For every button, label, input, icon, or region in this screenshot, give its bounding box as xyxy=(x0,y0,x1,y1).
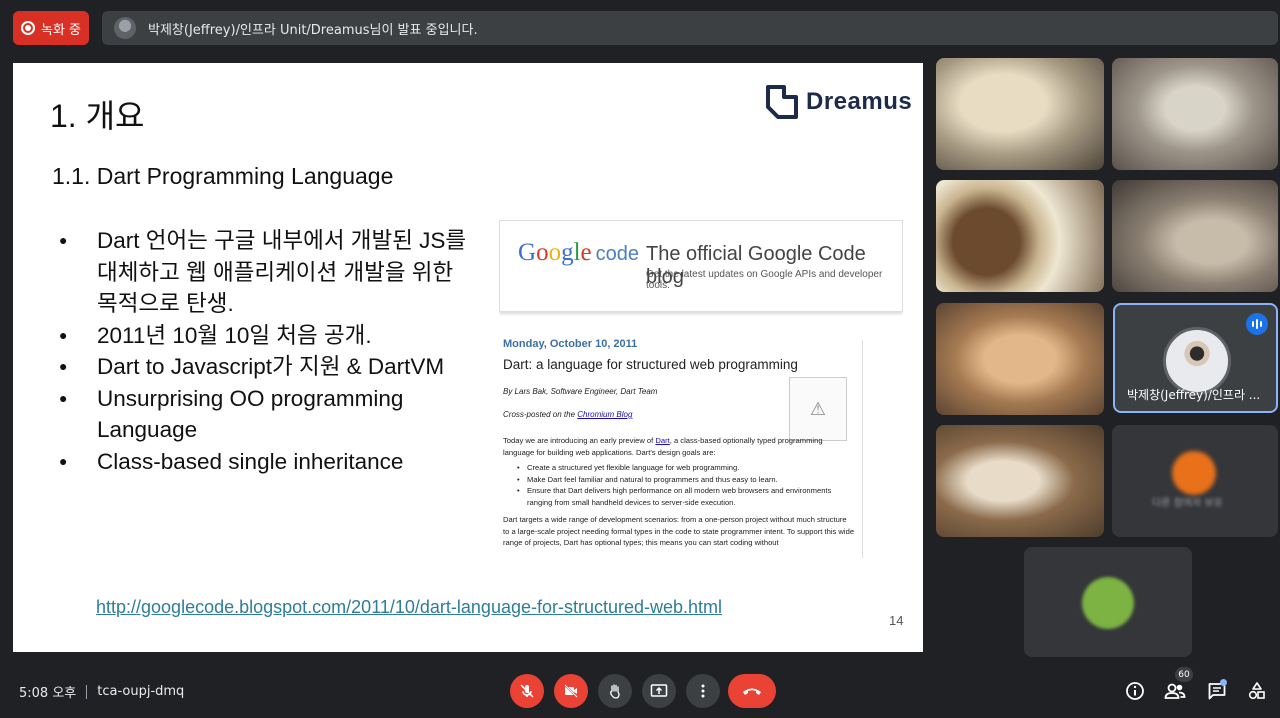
post-body: Today we are introducing an early previe… xyxy=(503,435,855,553)
shapes-icon xyxy=(1248,682,1265,700)
record-icon xyxy=(21,21,35,35)
chromium-blog-link: Chromium Blog xyxy=(577,410,633,419)
participant-avatar xyxy=(1172,451,1216,495)
google-logo-text: Google xyxy=(518,239,592,266)
clock: 5:08 오후 xyxy=(19,686,77,701)
presentation-slide: 1. 개요 Dreamus 1.1. Dart Programming Lang… xyxy=(13,63,923,652)
slide-subtitle: 1.1. Dart Programming Language xyxy=(52,163,394,189)
presenting-text: 박제창(Jeffrey)/인프라 Unit/Dreamus님이 발표 중입니다. xyxy=(148,22,478,38)
divider xyxy=(862,340,863,558)
hang-up-icon xyxy=(743,688,761,695)
activities-button[interactable] xyxy=(1246,680,1268,702)
bullet-item: 2011년 10월 10일 처음 공개. xyxy=(59,320,479,352)
blog-header: Google code The official Google Code blog… xyxy=(499,220,903,312)
post-date: Monday, October 10, 2011 xyxy=(503,338,638,350)
post-crosspost: Cross-posted on the Chromium Blog xyxy=(503,410,632,419)
presenter-avatar-small xyxy=(114,17,136,39)
goals-list: Create a structured yet flexible languag… xyxy=(517,462,855,508)
people-count-badge: 60 xyxy=(1175,667,1193,682)
slide-title: 1. 개요 xyxy=(50,98,145,134)
code-logo-text: code xyxy=(595,243,639,265)
post-author: By Lars Bak, Software Engineer, Dart Tea… xyxy=(503,387,658,396)
page-number: 14 xyxy=(889,613,904,628)
bullet-item: Class-based single inheritance xyxy=(59,446,479,478)
participant-tile[interactable] xyxy=(936,425,1104,537)
mic-off-icon xyxy=(520,684,534,698)
participant-tile[interactable]: 다른 참여자 보유 xyxy=(1112,425,1278,537)
crosspost-prefix: Cross-posted on the xyxy=(503,410,578,419)
raise-hand-button[interactable] xyxy=(598,674,632,708)
goal-item: Make Dart feel familiar and natural to p… xyxy=(517,474,855,486)
post-title: Dart: a language for structured web prog… xyxy=(503,357,798,372)
goal-item: Create a structured yet flexible languag… xyxy=(517,462,855,474)
meet-window: 녹화 중 박제창(Jeffrey)/인프라 Unit/Dreamus님이 발표 … xyxy=(0,0,1280,718)
recording-badge[interactable]: 녹화 중 xyxy=(13,11,89,45)
slide-link: http://googlecode.blogspot.com/2011/10/d… xyxy=(96,597,723,617)
bullet-item: Dart 언어는 구글 내부에서 개발된 JS를 대체하고 웹 애플리케이션 개… xyxy=(59,225,479,320)
slide-bullets: Dart 언어는 구글 내부에서 개발된 JS를 대체하고 웹 애플리케이션 개… xyxy=(59,225,479,477)
dart-link: Dart xyxy=(655,436,670,445)
participant-tile[interactable] xyxy=(936,303,1104,415)
meeting-info: 5:08 오후 tca-oupj-dmq xyxy=(19,682,184,701)
camera-off-icon xyxy=(564,684,578,698)
divider xyxy=(86,684,88,699)
camera-off-button[interactable] xyxy=(554,674,588,708)
blog-tagline: Get the latest updates on Google APIs an… xyxy=(646,269,883,291)
presenter-avatar xyxy=(1163,327,1231,395)
google-code-logo: Google code xyxy=(518,239,639,267)
present-screen-icon xyxy=(650,684,668,697)
bullet-item: Dart to Javascript가 지원 & DartVM xyxy=(59,351,479,383)
leave-call-button[interactable] xyxy=(728,674,776,708)
present-button[interactable] xyxy=(642,674,676,708)
bullet-item: Unsurprising OO programming Language xyxy=(59,383,479,446)
presenting-banner: 박제창(Jeffrey)/인프라 Unit/Dreamus님이 발표 중입니다. xyxy=(102,11,1278,45)
post-paragraph: Dart targets a wide range of development… xyxy=(503,515,855,547)
hand-icon xyxy=(610,684,620,699)
dreamus-logo: Dreamus xyxy=(764,83,912,121)
participant-tile[interactable] xyxy=(1112,180,1278,292)
broken-image-icon: ⚠ xyxy=(789,377,847,441)
logo-text: Dreamus xyxy=(806,88,913,115)
presenter-tile[interactable]: 박제창(Jeffrey)/인프라 ... xyxy=(1113,303,1278,413)
post-intro: Today we are introducing an early previe… xyxy=(503,435,855,458)
participant-tile[interactable] xyxy=(936,180,1104,292)
more-vert-icon xyxy=(701,684,705,698)
more-options-button[interactable] xyxy=(686,674,720,708)
speaking-indicator-icon xyxy=(1246,313,1268,335)
presenter-name: 박제창(Jeffrey)/인프라 ... xyxy=(1127,388,1261,402)
participant-name: 다른 참여자 보유 xyxy=(1152,498,1223,509)
meeting-details-button[interactable] xyxy=(1124,680,1146,702)
mic-off-button[interactable] xyxy=(510,674,544,708)
participant-tile[interactable] xyxy=(1112,58,1278,170)
participant-avatar xyxy=(1082,577,1134,629)
participant-tile[interactable] xyxy=(1024,547,1192,657)
people-icon xyxy=(1164,683,1186,699)
intro-text: Today we are introducing an early previe… xyxy=(503,436,656,445)
info-icon xyxy=(1126,682,1144,700)
chat-notification-dot xyxy=(1220,679,1227,686)
people-button[interactable] xyxy=(1164,680,1186,702)
recording-label: 녹화 중 xyxy=(41,22,82,38)
dreamus-logo-icon xyxy=(766,85,798,119)
meeting-code: tca-oupj-dmq xyxy=(97,684,185,699)
goal-item: Ensure that Dart delivers high performan… xyxy=(517,485,855,508)
blog-screenshot: Google code The official Google Code blog… xyxy=(499,220,903,558)
participant-tile[interactable] xyxy=(936,58,1104,170)
